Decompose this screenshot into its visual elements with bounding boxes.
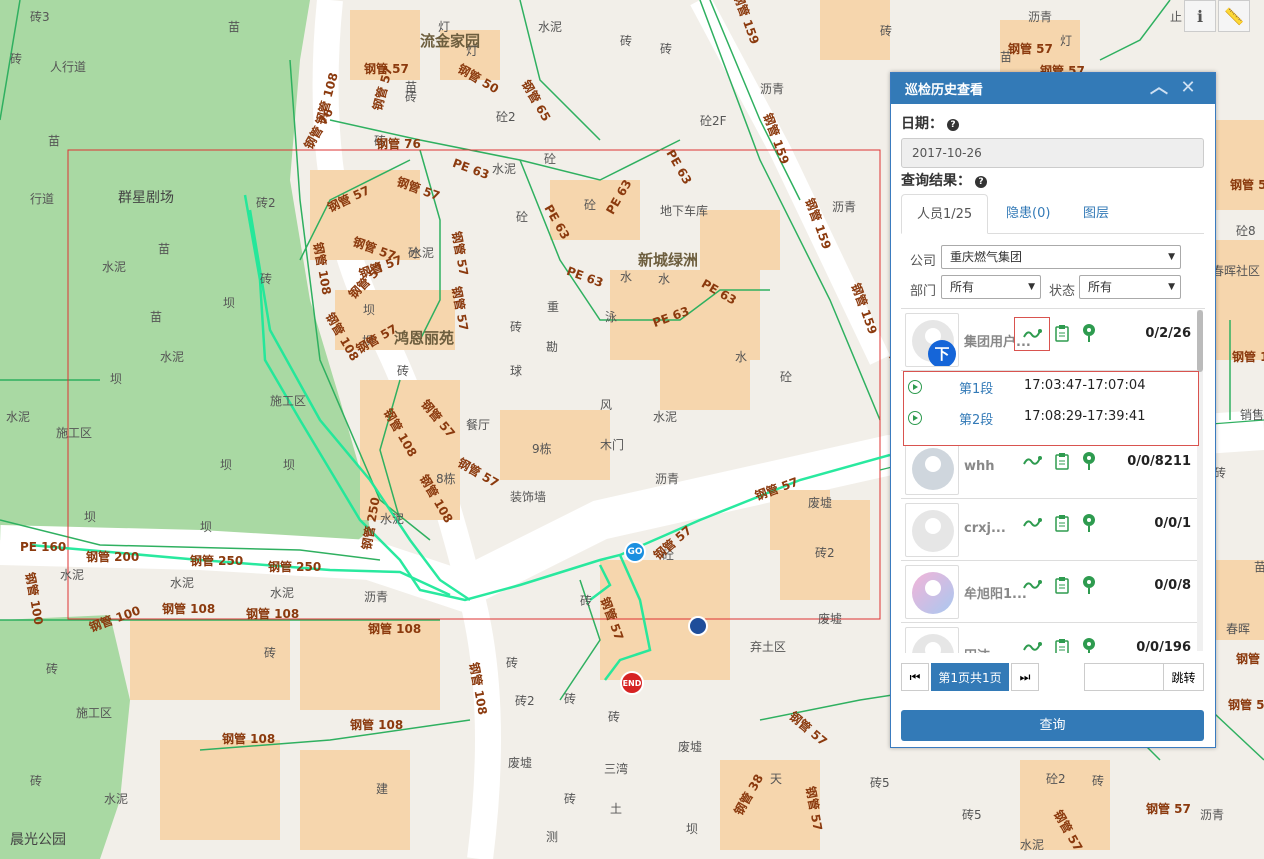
user-name: crxj... [964,521,1006,536]
avatar [905,441,959,495]
track-icon[interactable] [1014,317,1050,351]
user-row[interactable]: 下集团用户... 0/2/26 [901,309,1199,371]
status-label: 状态 [1049,284,1076,299]
company-label: 公司 [910,254,937,269]
user-stats: 0/0/8211 [1127,454,1191,469]
avatar [905,565,959,619]
segment-name[interactable]: 第1段 [959,378,993,397]
report-icon[interactable] [1051,512,1073,534]
date-label: 日期：? [901,113,959,133]
play-icon[interactable] [908,380,922,394]
report-icon[interactable] [1051,450,1073,472]
user-stats: 0/0/1 [1154,516,1191,531]
segment-time: 17:08:29-17:39:41 [1024,409,1146,424]
report-icon[interactable] [1051,322,1073,344]
dropdown-caret-icon: ▼ [1168,252,1175,262]
user-stats: 0/0/196 [1136,640,1191,653]
help-icon[interactable]: ? [975,176,987,188]
date-input[interactable]: 2017-10-26 [901,138,1204,168]
segment-time: 17:03:47-17:07:04 [1024,378,1146,393]
user-row[interactable]: whh 0/0/8211 [901,437,1199,499]
dept-label: 部门 [910,284,937,299]
user-list-scrollbar[interactable] [1197,310,1203,651]
query-button[interactable]: 查询 [901,710,1204,741]
avatar [905,627,959,653]
user-row[interactable]: 田洁 0/0/196 [901,623,1199,653]
jump-button[interactable]: 跳转 [1163,663,1204,691]
company-select[interactable]: 重庆燃气集团 ▼ [941,245,1181,269]
segment-row[interactable]: 第2段 17:08:29-17:39:41 [904,403,1198,433]
close-icon[interactable]: ✕ [1178,79,1198,99]
collapse-chevron-icon[interactable]: ︿ [1149,79,1169,99]
location-pin-icon[interactable] [1078,450,1100,472]
track-icon[interactable] [1021,512,1043,534]
user-name: 牟旭阳1... [964,587,1027,602]
report-icon[interactable] [1051,636,1073,653]
track-end-marker[interactable]: END [620,671,644,695]
last-page-button[interactable]: ⏭ [1011,663,1039,691]
tab-layers[interactable]: 图层 [1068,194,1124,234]
user-stats: 0/0/8 [1154,578,1191,593]
avatar: 下 [905,313,959,367]
dropdown-caret-icon: ▼ [1028,282,1035,292]
location-pin-icon[interactable] [1078,636,1100,653]
status-select[interactable]: 所有 ▼ [1079,275,1181,299]
dept-select[interactable]: 所有 ▼ [941,275,1041,299]
location-pin-icon[interactable] [1078,322,1100,344]
panel-header: 巡检历史查看 ︿ ✕ [891,73,1215,104]
user-name: 田洁 [964,645,990,653]
segment-row[interactable]: 第1段 17:03:47-17:07:04 [904,372,1198,402]
panel-title: 巡检历史查看 [905,83,984,98]
measure-tool-icon[interactable]: 📏 [1218,0,1250,32]
user-stats: 0/2/26 [1145,326,1191,341]
user-name: whh [964,459,995,474]
track-start-marker[interactable]: GO [624,541,646,563]
location-pin-icon[interactable] [1078,574,1100,596]
result-tabs: 人员1/25 隐患(0) 图层 [901,194,1204,234]
result-label: 查询结果：? [901,170,987,190]
report-icon[interactable] [1051,574,1073,596]
track-icon[interactable] [1021,574,1043,596]
user-list[interactable]: 下集团用户... 0/2/26 whh 0/0/8211 crxj... 0/0/1 牟旭阳… [901,308,1205,653]
avatar [905,503,959,557]
segment-name[interactable]: 第2段 [959,409,993,428]
tab-personnel[interactable]: 人员1/25 [901,194,989,234]
first-page-button[interactable]: ⏮ [901,663,929,691]
track-icon[interactable] [1021,450,1043,472]
tab-hazards[interactable]: 隐患(0) [991,194,1065,234]
user-location-badge: 下 [928,340,956,366]
station-icon [688,616,708,636]
location-pin-icon[interactable] [1078,512,1100,534]
user-row[interactable]: crxj... 0/0/1 [901,499,1199,561]
jump-page-input[interactable] [1084,663,1164,691]
page-indicator: 第1页共1页 [931,663,1009,691]
dropdown-caret-icon: ▼ [1168,282,1175,292]
play-icon[interactable] [908,411,922,425]
info-tool-icon[interactable]: ℹ [1184,0,1216,32]
help-icon[interactable]: ? [947,119,959,131]
track-icon[interactable] [1021,636,1043,653]
patrol-history-panel: 巡检历史查看 ︿ ✕ 日期：? 2017-10-26 查询结果：? 人员1/25… [890,72,1216,748]
track-segments: 第1段 17:03:47-17:07:04 第2段 17:08:29-17:39… [903,371,1199,446]
user-row[interactable]: 牟旭阳1... 0/0/8 [901,561,1199,623]
